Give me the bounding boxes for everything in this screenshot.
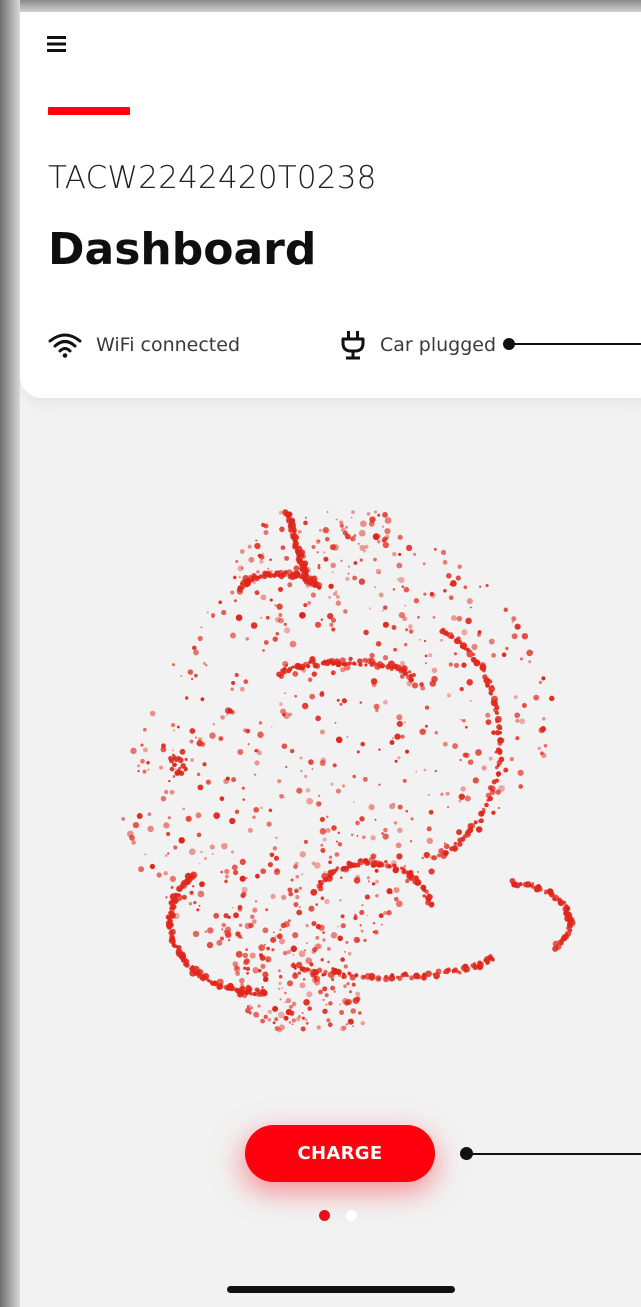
screenshot-frame: TACW2242420T0238 Dashboard WiFi connecte… <box>0 0 641 1307</box>
hamburger-menu-icon[interactable] <box>47 36 66 52</box>
charger-particle-visualization <box>121 509 576 1033</box>
page-title: Dashboard <box>48 224 317 275</box>
page-dot[interactable] <box>346 1210 357 1221</box>
charge-button[interactable]: CHARGE <box>245 1125 435 1182</box>
wifi-status-label: WiFi connected <box>96 334 241 356</box>
car-status-label: Car plugged <box>380 334 497 356</box>
device-id: TACW2242420T0238 <box>48 160 377 196</box>
wifi-status: WiFi connected <box>48 330 240 360</box>
frame-left-border <box>0 0 20 1307</box>
page-indicator <box>319 1210 357 1221</box>
callout-line <box>466 1153 641 1155</box>
car-status: Car plugged <box>340 330 496 360</box>
plug-icon <box>341 331 365 360</box>
callout-line <box>508 343 641 345</box>
phone-screen: TACW2242420T0238 Dashboard WiFi connecte… <box>20 12 641 1307</box>
home-indicator[interactable] <box>227 1286 455 1293</box>
callout-dot <box>460 1147 473 1160</box>
status-row: WiFi connected Car plugged <box>48 330 641 360</box>
wifi-icon <box>48 333 82 358</box>
header-card: TACW2242420T0238 Dashboard WiFi connecte… <box>20 12 641 398</box>
callout-dot <box>503 338 515 350</box>
page-dot[interactable] <box>319 1210 330 1221</box>
frame-top-border <box>0 0 641 12</box>
accent-bar <box>48 107 130 115</box>
